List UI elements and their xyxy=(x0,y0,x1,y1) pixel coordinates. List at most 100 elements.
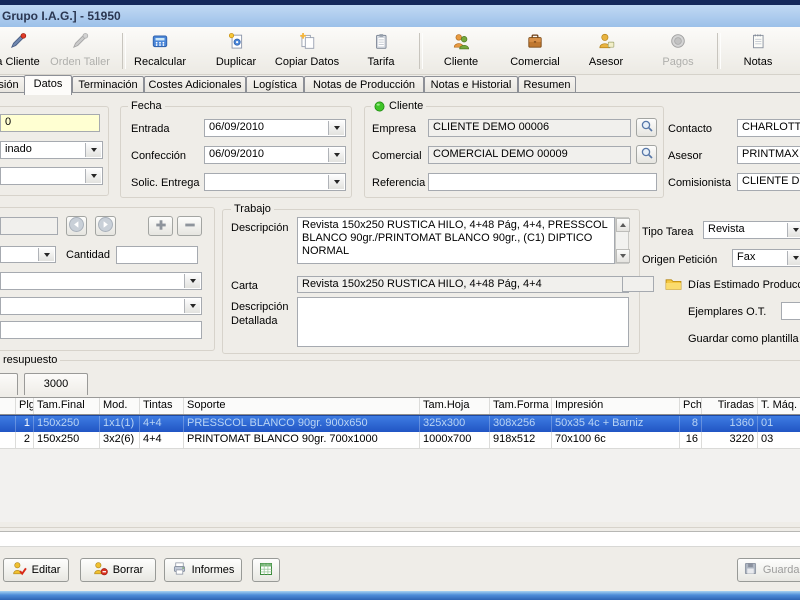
cell-impresion[interactable]: 50x35 4c + Barniz xyxy=(552,416,680,432)
cell-t-maq[interactable]: 01 xyxy=(758,416,800,432)
budget-grid-header[interactable]: Plgs. Tam.Final Mod. Tintas Soporte Tam.… xyxy=(0,398,800,415)
col-tiradas[interactable]: Tiradas xyxy=(702,398,758,414)
col-mod[interactable]: Mod. xyxy=(100,398,140,414)
scroll-down-icon[interactable] xyxy=(616,249,630,263)
code-field[interactable]: 0 xyxy=(0,114,100,132)
solic-entrega-combo[interactable] xyxy=(204,173,346,191)
guardar-plantilla-label[interactable]: Guardar como plantilla xyxy=(688,333,799,345)
left-combo-2[interactable] xyxy=(0,167,103,185)
editar-button[interactable]: Editar xyxy=(3,558,69,582)
title-bar[interactable]: Grupo I.A.G.] - 51950 xyxy=(0,0,800,27)
cell-tiradas[interactable]: 3220 xyxy=(702,432,758,448)
toolbar-button-cliente[interactable]: Cliente xyxy=(432,31,490,72)
cell-selector[interactable] xyxy=(0,432,16,448)
cell-pch[interactable]: 8 xyxy=(680,416,702,432)
presupuesto-tab-3000[interactable]: 3000 xyxy=(24,373,88,395)
cell-selector[interactable] xyxy=(0,416,16,432)
ejemplares-field[interactable] xyxy=(781,302,800,320)
chevron-down-icon[interactable] xyxy=(787,223,800,237)
cell-impresion[interactable]: 70x100 6c xyxy=(552,432,680,448)
tab-notas-produccion[interactable]: Notas de Producción xyxy=(304,76,424,93)
cell-tiradas[interactable]: 1360 xyxy=(702,416,758,432)
prev-line-button[interactable] xyxy=(66,216,87,236)
tab-datos[interactable]: Datos xyxy=(24,75,72,95)
comisionista-field[interactable]: CLIENTE DEMO xyxy=(737,173,800,191)
chevron-down-icon[interactable] xyxy=(328,175,344,189)
tab-terminacion[interactable]: Terminación xyxy=(72,76,144,93)
cell-tintas[interactable]: 4+4 xyxy=(140,432,184,448)
confeccion-date-combo[interactable]: 06/09/2010 xyxy=(204,146,346,164)
tab-costes-adicionales[interactable]: Costes Adicionales xyxy=(144,76,246,93)
borrar-button[interactable]: Borrar xyxy=(80,558,156,582)
left-wide-field[interactable] xyxy=(0,321,202,339)
tipo-tarea-combo[interactable]: Revista xyxy=(703,221,800,239)
col-tam-final[interactable]: Tam.Final xyxy=(34,398,100,414)
cell-plgs[interactable]: 2 xyxy=(16,432,34,448)
add-line-button[interactable] xyxy=(148,216,173,236)
cell-plgs[interactable]: 1 xyxy=(16,416,34,432)
cell-tam-hoja[interactable]: 325x300 xyxy=(420,416,490,432)
toolbar-button-tarifa[interactable]: Tarifa xyxy=(352,31,410,72)
col-soporte[interactable]: Soporte xyxy=(184,398,420,414)
tab-prevision[interactable]: sión xyxy=(0,76,25,93)
next-line-button[interactable] xyxy=(95,216,116,236)
chevron-down-icon[interactable] xyxy=(184,299,200,313)
informes-button[interactable]: Informes xyxy=(164,558,242,582)
cell-pch[interactable]: 16 xyxy=(680,432,702,448)
scroll-up-icon[interactable] xyxy=(616,218,630,232)
chevron-down-icon[interactable] xyxy=(787,251,800,265)
tab-logistica[interactable]: Logística xyxy=(246,76,304,93)
left-wide-combo-1[interactable] xyxy=(0,272,202,290)
grid-calc-button[interactable] xyxy=(252,558,280,582)
tab-resumen[interactable]: Resumen xyxy=(518,76,576,93)
referencia-field[interactable] xyxy=(428,173,657,191)
cell-tintas[interactable]: 4+4 xyxy=(140,416,184,432)
toolbar-button-duplicar[interactable]: Duplicar xyxy=(206,31,266,72)
remove-line-button[interactable] xyxy=(177,216,202,236)
col-t-maq[interactable]: T. Máq. xyxy=(758,398,800,414)
estado-combo[interactable]: inado xyxy=(0,141,103,159)
cell-tam-forma[interactable]: 918x512 xyxy=(490,432,552,448)
chevron-down-icon[interactable] xyxy=(85,169,101,183)
toolbar-button-asesor[interactable]: Asesor xyxy=(580,31,632,72)
cell-tam-hoja[interactable]: 1000x700 xyxy=(420,432,490,448)
cell-t-maq[interactable]: 03 xyxy=(758,432,800,448)
toolbar-button-comercial[interactable]: Comercial xyxy=(503,31,567,72)
origen-peticion-combo[interactable]: Fax xyxy=(732,249,800,267)
descripcion-textarea[interactable]: Revista 150x250 RUSTICA HILO, 4+48 Pág, … xyxy=(297,217,615,264)
toolbar-button-notas[interactable]: Notas xyxy=(732,31,784,72)
col-plgs[interactable]: Plgs. xyxy=(16,398,34,414)
table-row[interactable]: 2 150x250 3x2(6) 4+4 PRINTOMAT BLANCO 90… xyxy=(0,432,800,449)
cell-tam-final[interactable]: 150x250 xyxy=(34,416,100,432)
chevron-down-icon[interactable] xyxy=(184,274,200,288)
table-row[interactable]: 1 150x250 1x1(1) 4+4 PRESSCOL BLANCO 90g… xyxy=(0,415,800,433)
col-impresion[interactable]: Impresión xyxy=(552,398,680,414)
cell-tam-final[interactable]: 150x250 xyxy=(34,432,100,448)
col-tintas[interactable]: Tintas xyxy=(140,398,184,414)
col-tam-forma[interactable]: Tam.Forma xyxy=(490,398,552,414)
cell-soporte[interactable]: PRESSCOL BLANCO 90gr. 900x650 xyxy=(184,416,420,432)
descripcion-detallada-textarea[interactable] xyxy=(297,297,629,347)
tab-notas-historial[interactable]: Notas e Historial xyxy=(424,76,518,93)
toolbar-button-recalcular[interactable]: Recalcular xyxy=(130,31,190,72)
descripcion-scrollbar[interactable] xyxy=(615,217,630,264)
chevron-down-icon[interactable] xyxy=(38,248,54,261)
cell-mod[interactable]: 3x2(6) xyxy=(100,432,140,448)
entrada-date-combo[interactable]: 06/09/2010 xyxy=(204,119,346,137)
cell-tam-forma[interactable]: 308x256 xyxy=(490,416,552,432)
toolbar-button-ficha-cliente[interactable]: a Cliente xyxy=(0,31,46,72)
carta-field[interactable]: Revista 150x250 RUSTICA HILO, 4+48 Pág, … xyxy=(297,276,629,293)
comercial-field[interactable]: COMERCIAL DEMO 00009 xyxy=(428,146,631,164)
chevron-down-icon[interactable] xyxy=(85,143,101,157)
asesor-field[interactable]: PRINTMAX xyxy=(737,146,800,164)
left-wide-combo-2[interactable] xyxy=(0,297,202,315)
chevron-down-icon[interactable] xyxy=(328,148,344,162)
line-type-combo[interactable] xyxy=(0,246,56,263)
empresa-field[interactable]: CLIENTE DEMO 00006 xyxy=(428,119,631,137)
chevron-down-icon[interactable] xyxy=(328,121,344,135)
comercial-search-button[interactable] xyxy=(636,145,657,164)
empresa-search-button[interactable] xyxy=(636,118,657,137)
toolbar-button-copiar-datos[interactable]: Copiar Datos xyxy=(272,31,342,72)
cell-mod[interactable]: 1x1(1) xyxy=(100,416,140,432)
contacto-field[interactable]: CHARLOTTE xyxy=(737,119,800,137)
